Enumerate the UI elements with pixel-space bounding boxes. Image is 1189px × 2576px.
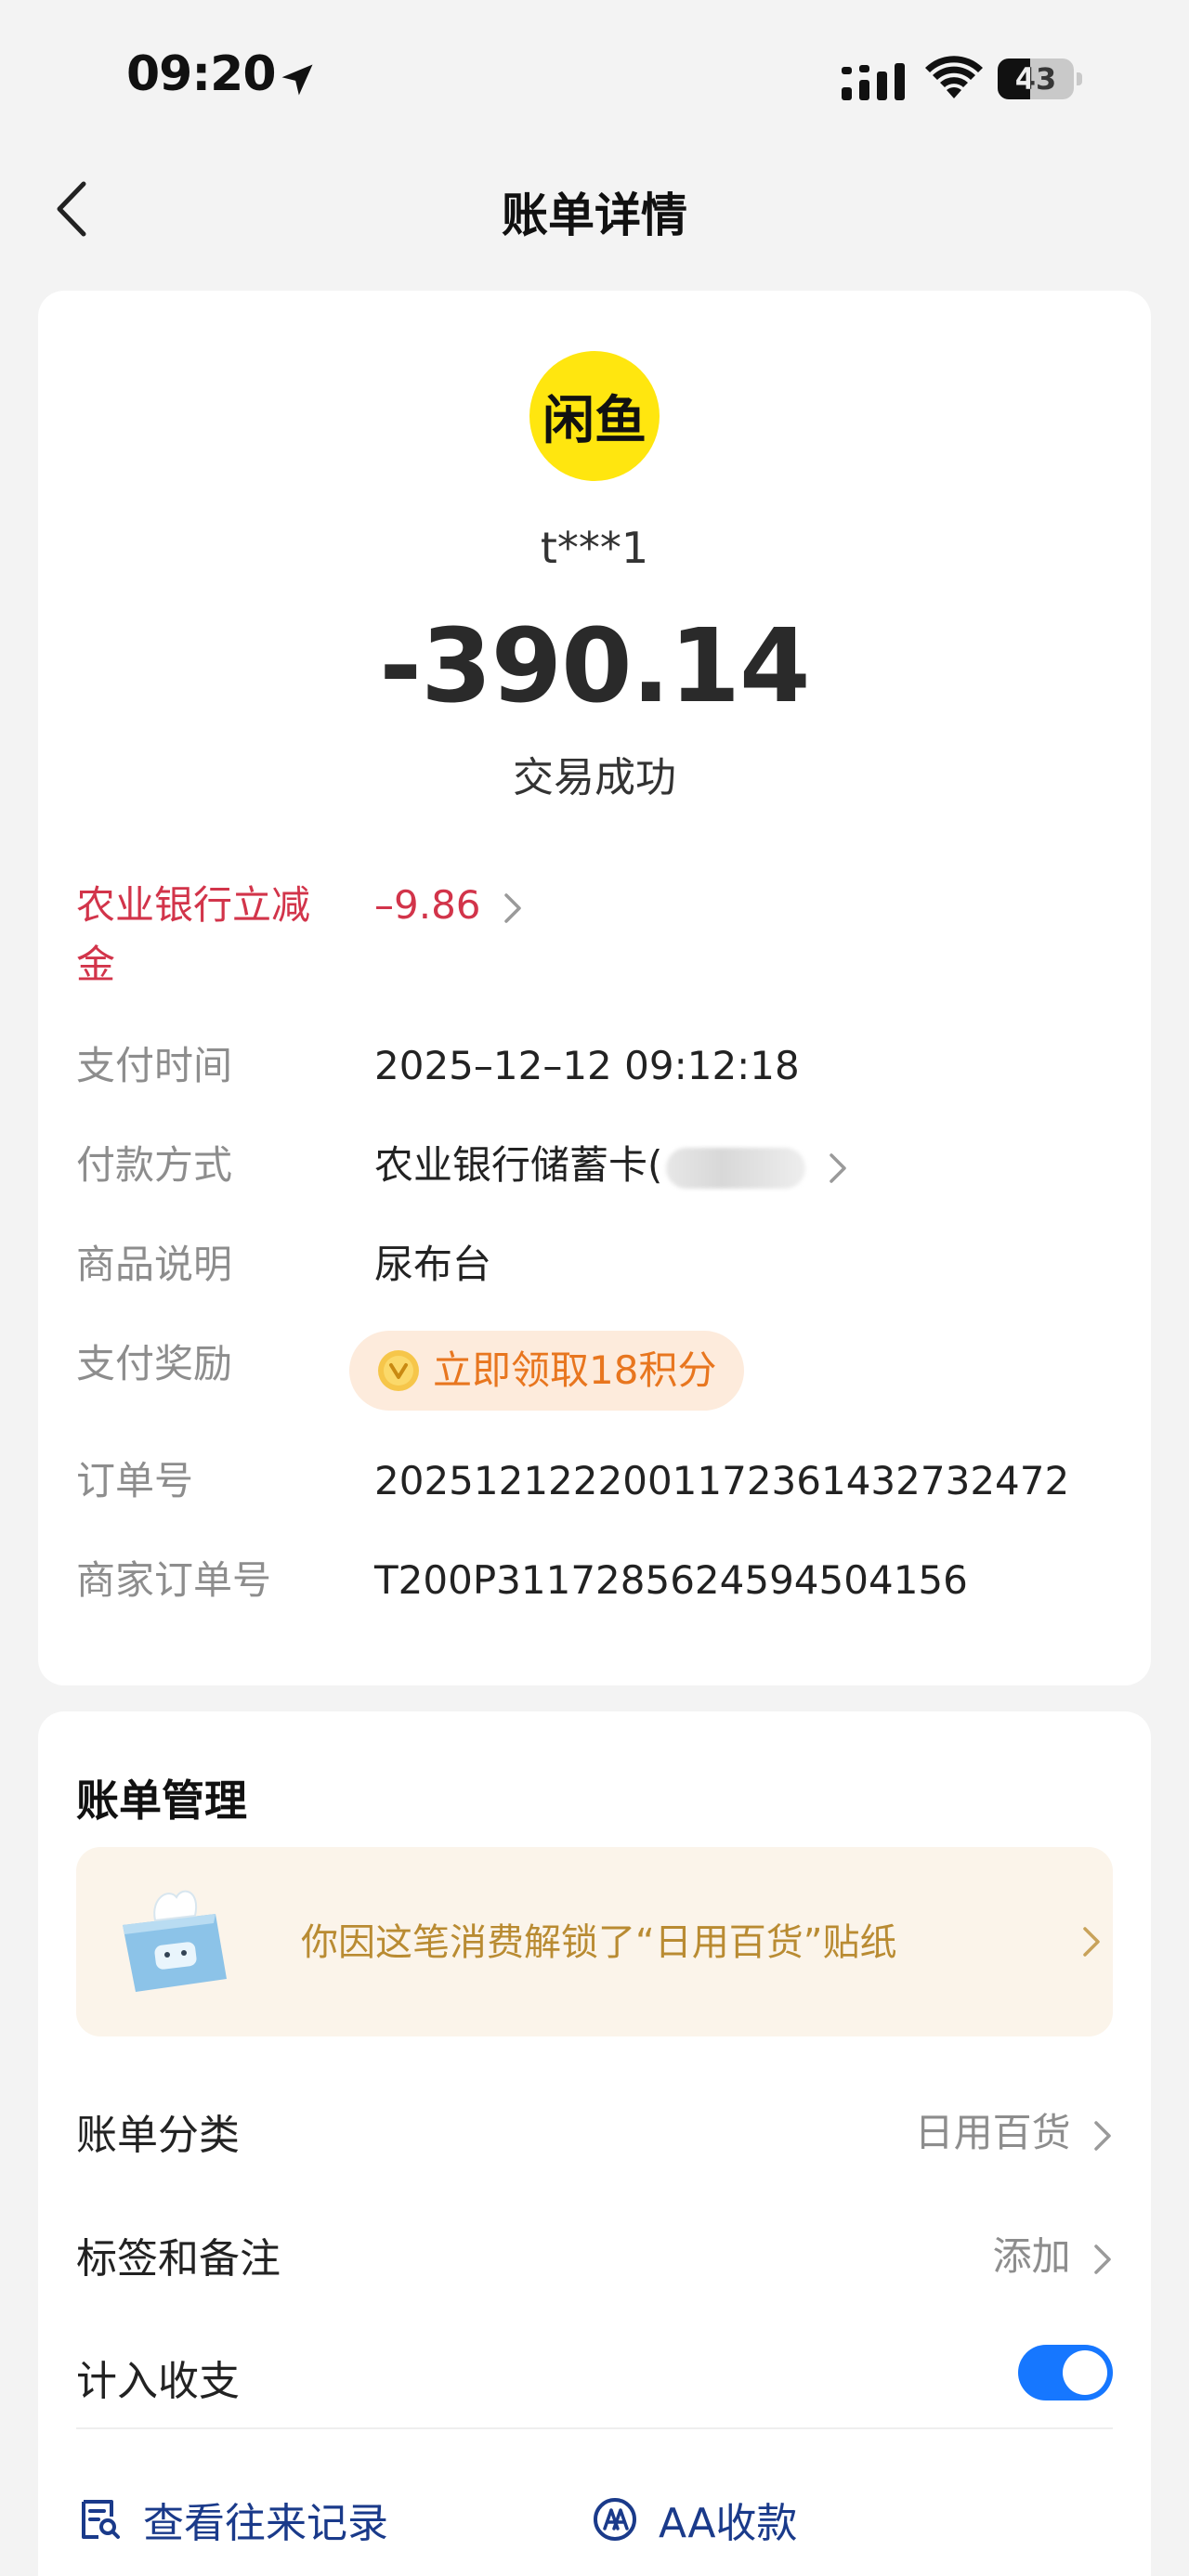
points-coin-icon bbox=[378, 1350, 419, 1391]
discount-value: –9.86 bbox=[374, 882, 481, 928]
aa-circle-icon bbox=[594, 2498, 636, 2541]
location-arrow-icon bbox=[281, 64, 313, 96]
battery-level: 43 bbox=[1014, 61, 1057, 97]
pay-method-row[interactable]: 农业银行储蓄卡( bbox=[374, 1136, 848, 1195]
pay-method-value: 农业银行储蓄卡( bbox=[374, 1142, 663, 1188]
section-title: 账单管理 bbox=[76, 1776, 247, 1826]
category-label: 账单分类 bbox=[76, 2112, 240, 2159]
sticker-banner-text: 你因这笔消费解锁了“日用百货”贴纸 bbox=[301, 1921, 897, 1964]
chevron-right-icon bbox=[1094, 2120, 1111, 2151]
merchant-name: t***1 bbox=[540, 523, 649, 573]
include-budget-toggle[interactable] bbox=[1018, 2345, 1113, 2400]
status-time: 09:20 bbox=[126, 46, 277, 102]
chevron-right-icon bbox=[1094, 2244, 1111, 2274]
reward-text: 立即领取18积分 bbox=[433, 1347, 717, 1393]
order-no-label: 订单号 bbox=[76, 1458, 194, 1503]
chevron-right-icon bbox=[504, 892, 521, 923]
reward-label: 支付奖励 bbox=[76, 1341, 233, 1386]
claim-reward-button[interactable]: 立即领取18积分 bbox=[349, 1331, 745, 1411]
category-value: 日用百货 bbox=[914, 2110, 1071, 2155]
records-search-icon bbox=[82, 2500, 120, 2539]
merchant-order-no-label: 商家订单号 bbox=[76, 1557, 272, 1603]
pay-method-label: 付款方式 bbox=[76, 1142, 233, 1188]
merchant-logo: 闲鱼 bbox=[529, 351, 660, 481]
aa-collect-button[interactable]: AA收款 bbox=[592, 2491, 797, 2547]
tags-add-button[interactable]: 添加 bbox=[993, 2225, 1113, 2282]
status-bar: 09:20 43 bbox=[0, 0, 1189, 149]
bill-management-card: 账单管理 你因这笔消费解锁了“日用百货”贴纸 账单分类 日用百货 标签和备注 添… bbox=[38, 1711, 1151, 2576]
pay-time-value: 2025–12–12 09:12:18 bbox=[374, 1043, 800, 1088]
transaction-status: 交易成功 bbox=[513, 754, 676, 801]
pay-time-label: 支付时间 bbox=[76, 1043, 233, 1088]
divider bbox=[76, 2427, 1113, 2429]
aa-collect-label: AA收款 bbox=[659, 2500, 798, 2547]
toggle-knob bbox=[1063, 2350, 1107, 2395]
sticker-banner[interactable]: 你因这笔消费解锁了“日用百货”贴纸 bbox=[76, 1847, 1113, 2036]
tags-value: 添加 bbox=[992, 2233, 1071, 2279]
wifi-icon bbox=[925, 56, 983, 98]
cellular-signal-icon bbox=[842, 63, 905, 100]
transaction-card: 闲鱼 t***1 -390.14 交易成功 农业银行立减金 –9.86 支付时间… bbox=[38, 291, 1151, 1685]
discount-label: 农业银行立减金 bbox=[76, 882, 311, 987]
page-title: 账单详情 bbox=[502, 189, 687, 242]
merchant-order-no-value: T200P3117285624594504156 bbox=[374, 1557, 968, 1603]
category-selector[interactable]: 日用百货 bbox=[915, 2101, 1113, 2158]
discount-value-row[interactable]: –9.86 bbox=[374, 876, 523, 935]
view-history-label: 查看往来记录 bbox=[143, 2500, 388, 2547]
product-label: 商品说明 bbox=[76, 1242, 233, 1287]
chevron-right-icon bbox=[830, 1152, 846, 1183]
order-no-value: 2025121222001172361432732472 bbox=[374, 1458, 1070, 1503]
chevron-right-icon bbox=[1083, 1927, 1100, 1957]
card-number-mask bbox=[666, 1147, 806, 1189]
transaction-amount: -390.14 bbox=[379, 606, 810, 725]
include-budget-label: 计入收支 bbox=[76, 2358, 240, 2405]
battery-icon: 43 bbox=[998, 59, 1083, 99]
tags-label: 标签和备注 bbox=[76, 2235, 281, 2283]
product-value: 尿布台 bbox=[374, 1242, 492, 1287]
tissue-box-sticker-icon bbox=[123, 1890, 227, 1992]
view-history-button[interactable]: 查看往来记录 bbox=[76, 2491, 388, 2547]
